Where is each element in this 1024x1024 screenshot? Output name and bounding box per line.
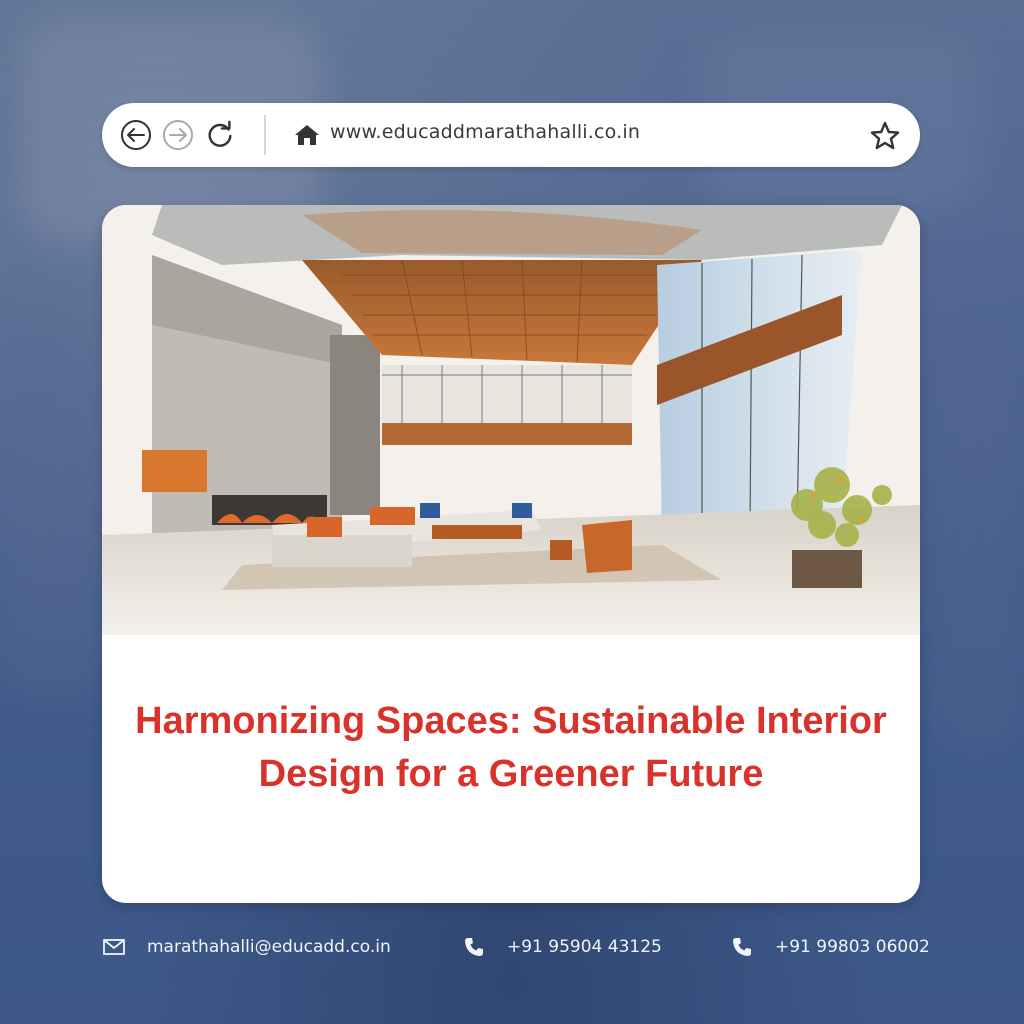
home-icon[interactable] [294, 123, 320, 147]
phone-icon [463, 936, 485, 958]
url-text[interactable]: www.educaddmarathahalli.co.in [330, 121, 640, 143]
toolbar-divider [264, 115, 266, 155]
phone-1-text: +91 95904 43125 [507, 937, 662, 957]
footer-phone-2[interactable]: +91 99803 06002 [731, 934, 930, 960]
phone-icon [731, 936, 753, 958]
phone-2-text: +91 99803 06002 [775, 937, 930, 957]
email-text: marathahalli@educadd.co.in [147, 937, 391, 957]
star-icon[interactable] [869, 120, 901, 152]
mail-icon [103, 936, 125, 958]
article-title: Harmonizing Spaces: Sustainable Interior… [135, 700, 887, 795]
reload-icon[interactable] [205, 120, 235, 150]
browser-address-bar: www.educaddmarathahalli.co.in [102, 103, 920, 167]
forward-arrow-icon[interactable] [163, 120, 193, 150]
footer-email[interactable]: marathahalli@educadd.co.in [103, 934, 391, 960]
back-arrow-icon[interactable] [121, 120, 151, 150]
interior-watercolor-illustration [102, 205, 920, 635]
footer-phone-1[interactable]: +91 95904 43125 [463, 934, 662, 960]
content-card: Harmonizing Spaces: Sustainable Interior… [102, 205, 920, 903]
